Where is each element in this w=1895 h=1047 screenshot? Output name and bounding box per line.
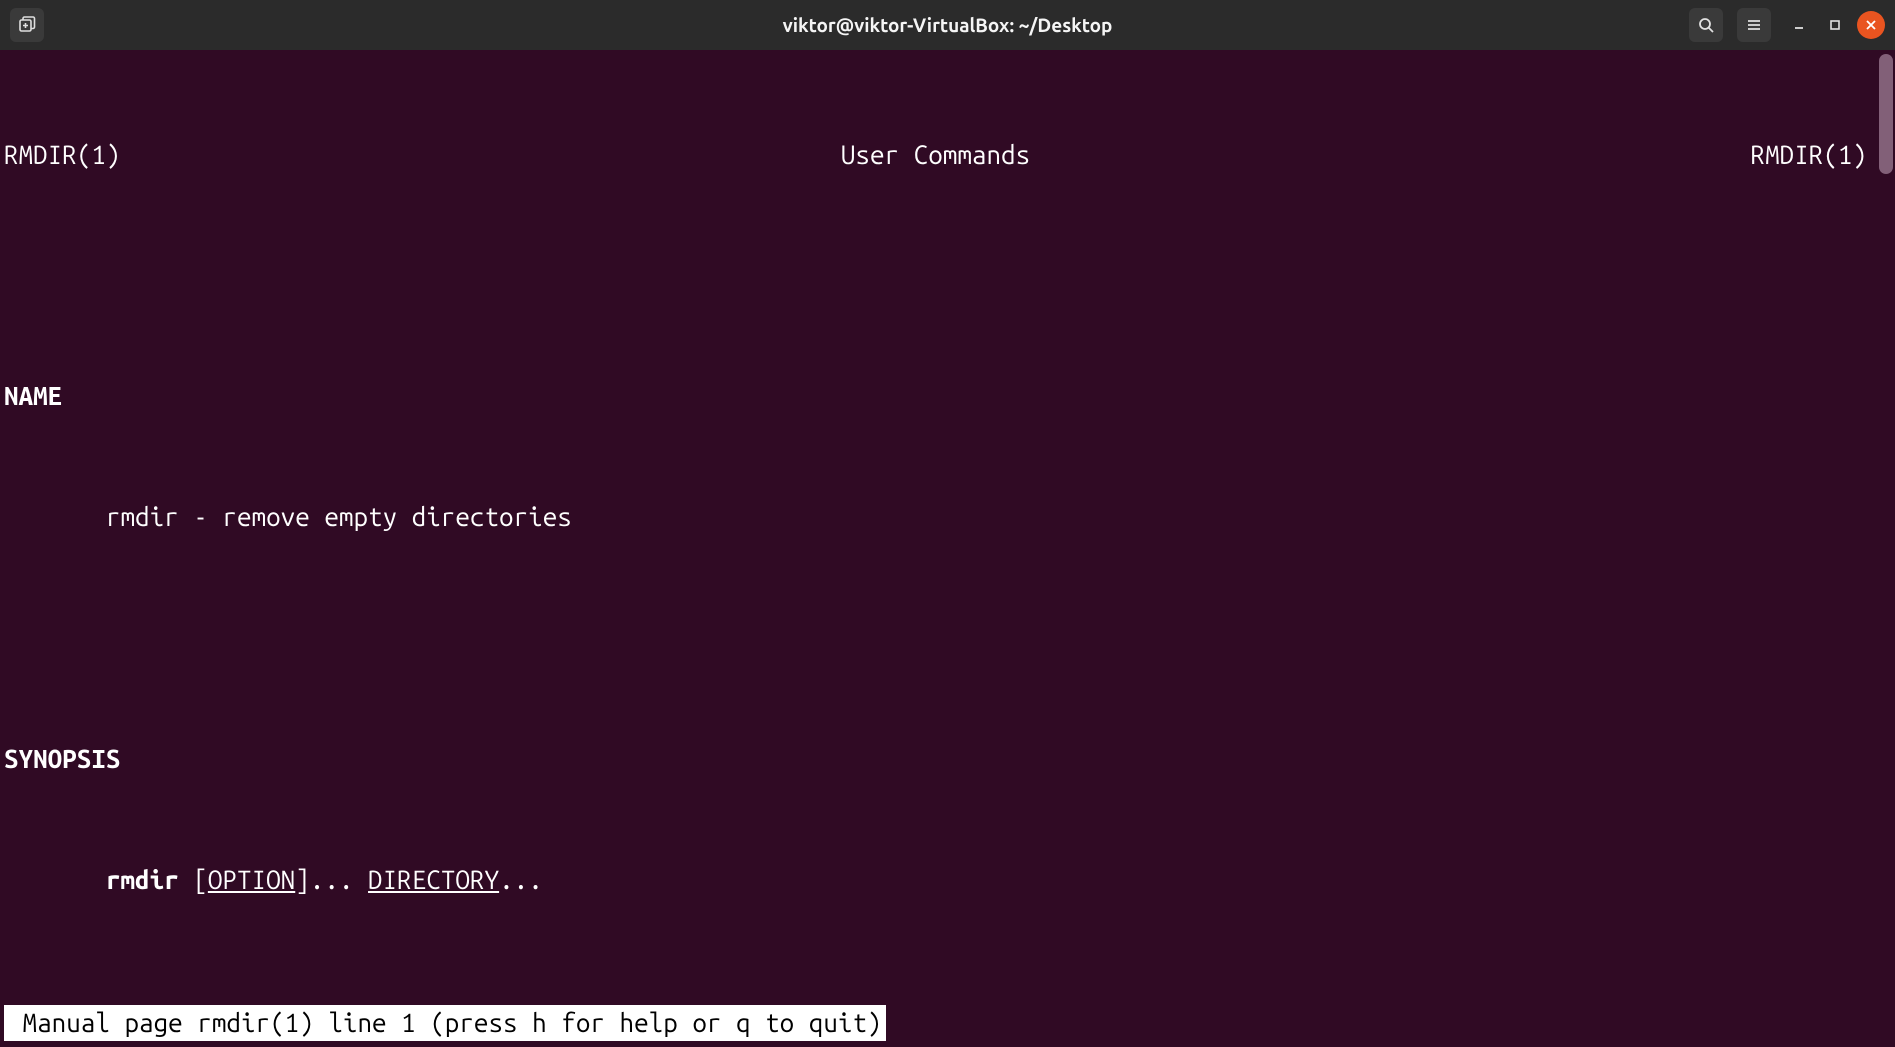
window-title: viktor@viktor-VirtualBox: ~/Desktop	[0, 14, 1895, 36]
man-header-left: RMDIR(1)	[4, 135, 120, 175]
scrollbar-thumb[interactable]	[1879, 54, 1893, 174]
menu-button[interactable]	[1737, 8, 1771, 42]
section-name-heading: NAME	[4, 376, 1891, 416]
synopsis-cmd: rmdir	[106, 865, 179, 894]
minimize-button[interactable]	[1785, 11, 1813, 39]
vertical-scrollbar[interactable]	[1877, 50, 1895, 1047]
man-header-line: RMDIR(1) User Commands RMDIR(1)	[4, 135, 1891, 175]
name-line: rmdir - remove empty directories	[4, 497, 1891, 537]
search-button[interactable]	[1689, 8, 1723, 42]
titlebar-right	[1689, 8, 1885, 42]
maximize-button[interactable]	[1821, 11, 1849, 39]
window-titlebar: viktor@viktor-VirtualBox: ~/Desktop	[0, 0, 1895, 50]
new-tab-button[interactable]	[10, 8, 44, 42]
synopsis-directory: DIRECTORY	[368, 865, 499, 894]
titlebar-left	[10, 8, 50, 42]
synopsis-option: OPTION	[208, 865, 295, 894]
synopsis-line: rmdir [OPTION]... DIRECTORY...	[4, 860, 1891, 900]
section-synopsis-heading: SYNOPSIS	[4, 739, 1891, 779]
man-header-right: RMDIR(1)	[1751, 135, 1867, 175]
terminal-viewport[interactable]: RMDIR(1) User Commands RMDIR(1) NAME rmd…	[0, 50, 1895, 1047]
man-header-center: User Commands	[841, 135, 1030, 175]
close-button[interactable]	[1857, 11, 1885, 39]
man-status-line: Manual page rmdir(1) line 1 (press h for…	[4, 1005, 886, 1041]
